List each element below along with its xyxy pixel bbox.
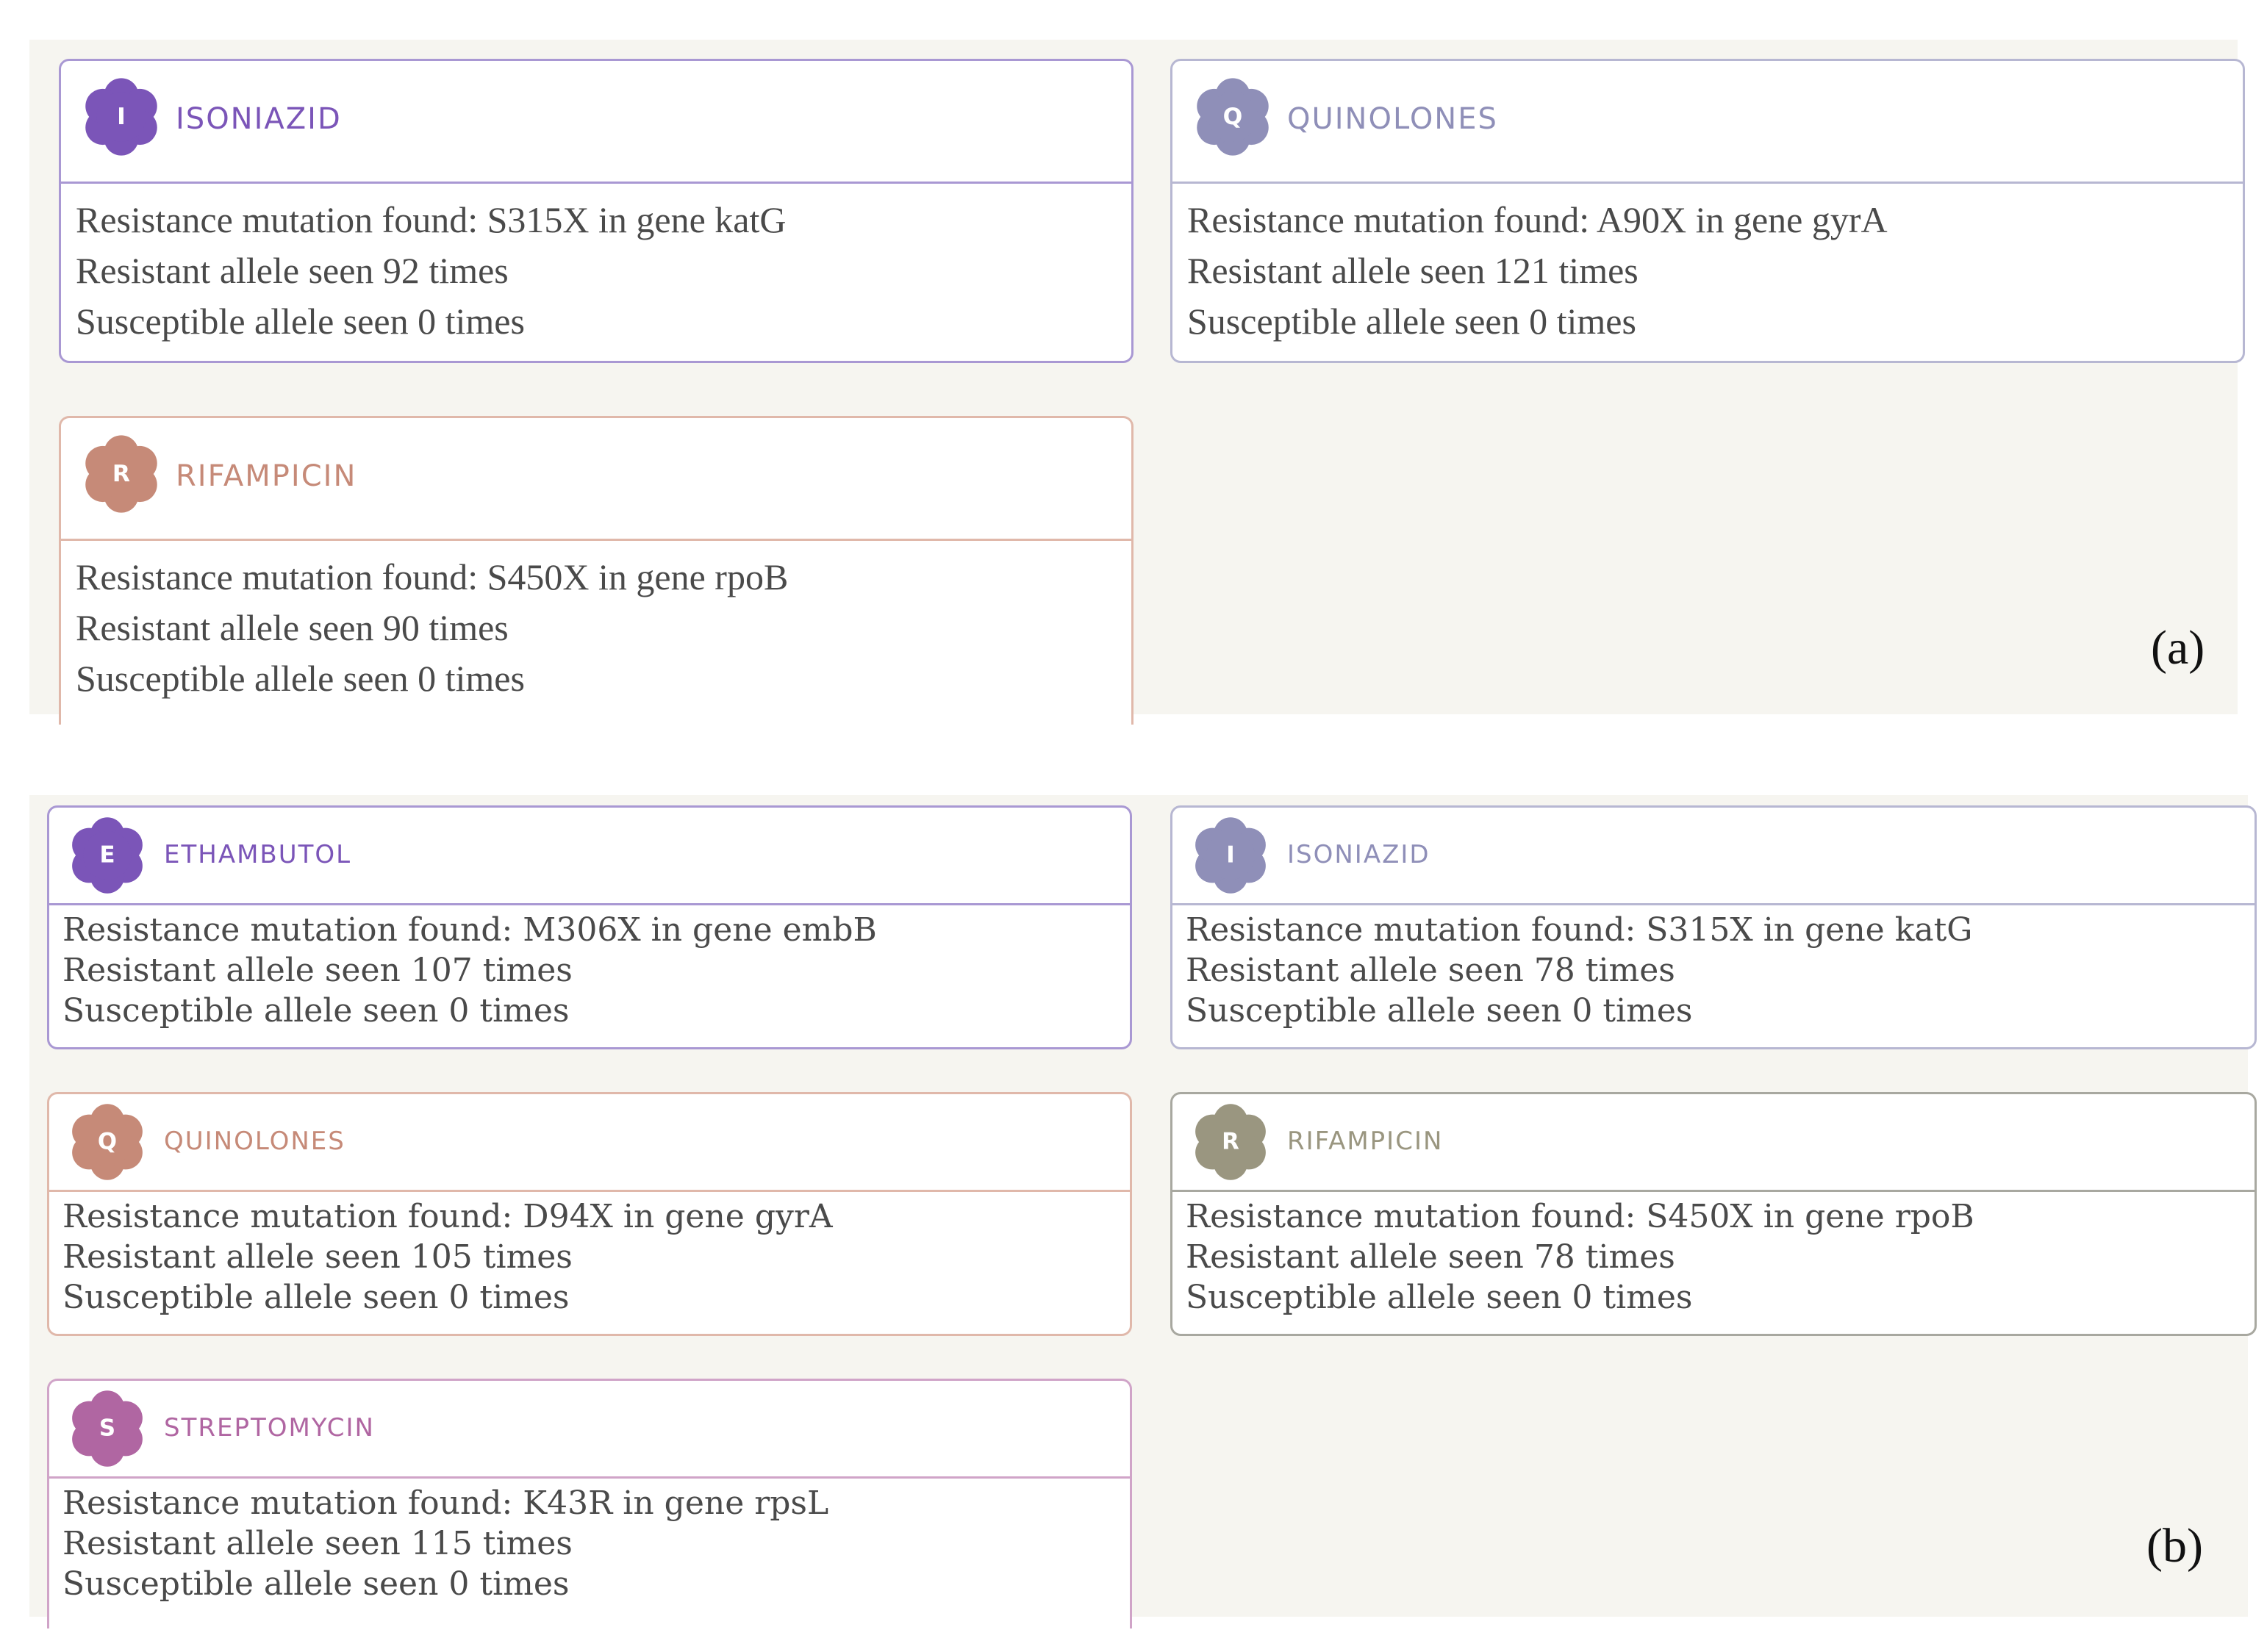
badge-letter: Q bbox=[98, 1129, 117, 1155]
drug-name: ISONIAZID bbox=[1287, 840, 1430, 869]
flower-badge-icon: E bbox=[67, 815, 148, 896]
mutation-text: Resistance mutation found: S315X in gene… bbox=[76, 199, 787, 240]
mutation-text: Resistance mutation found: A90X in gene … bbox=[1187, 199, 1888, 240]
susceptible-count-text: Susceptible allele seen 0 times bbox=[1187, 301, 1636, 342]
mutation-text: Resistance mutation found: S315X in gene… bbox=[1186, 911, 1973, 949]
card-header: I ISONIAZID bbox=[61, 61, 1131, 184]
mutation-text: Resistance mutation found: D94X in gene … bbox=[62, 1198, 833, 1235]
drug-card-rifampicin: R RIFAMPICIN Resistance mutation found: … bbox=[59, 416, 1134, 725]
drug-card-isoniazid: I ISONIAZID Resistance mutation found: S… bbox=[1170, 805, 2257, 1049]
susceptible-count-text: Susceptible allele seen 0 times bbox=[62, 992, 570, 1030]
resistant-count-text: Resistant allele seen 107 times bbox=[62, 952, 573, 989]
badge-letter: R bbox=[1222, 1129, 1239, 1155]
flower-badge-icon: Q bbox=[1192, 76, 1274, 158]
card-header: Q QUINOLONES bbox=[1172, 61, 2243, 184]
card-header: S STREPTOMYCIN bbox=[49, 1381, 1130, 1479]
drug-name: ETHAMBUTOL bbox=[164, 840, 352, 869]
drug-name: ISONIAZID bbox=[176, 102, 342, 136]
drug-card-quinolones: Q QUINOLONES Resistance mutation found: … bbox=[47, 1092, 1132, 1336]
drug-name: QUINOLONES bbox=[1287, 102, 1498, 136]
resistant-count-text: Resistant allele seen 105 times bbox=[62, 1238, 573, 1276]
drug-card-ethambutol: E ETHAMBUTOL Resistance mutation found: … bbox=[47, 805, 1132, 1049]
drug-name: RIFAMPICIN bbox=[176, 459, 357, 493]
badge-letter: R bbox=[112, 461, 130, 487]
panel-a: I ISONIAZID Resistance mutation found: S… bbox=[29, 40, 2245, 725]
resistant-count-text: Resistant allele seen 121 times bbox=[1187, 250, 1639, 291]
mutation-text: Resistance mutation found: S450X in gene… bbox=[76, 556, 789, 597]
drug-name: STREPTOMYCIN bbox=[164, 1413, 375, 1443]
resistant-count-text: Resistant allele seen 78 times bbox=[1186, 1238, 1675, 1276]
susceptible-count-text: Susceptible allele seen 0 times bbox=[76, 301, 525, 342]
flower-badge-icon: I bbox=[1190, 815, 1271, 896]
badge-letter: I bbox=[1226, 842, 1234, 869]
badge-letter: Q bbox=[1223, 104, 1243, 130]
drug-card-rifampicin: R RIFAMPICIN Resistance mutation found: … bbox=[1170, 1092, 2257, 1336]
mutation-text: Resistance mutation found: K43R in gene … bbox=[62, 1484, 829, 1522]
flower-badge-icon: S bbox=[67, 1388, 148, 1469]
resistant-count-text: Resistant allele seen 78 times bbox=[1186, 952, 1675, 989]
badge-letter: E bbox=[99, 842, 115, 869]
drug-card-quinolones: Q QUINOLONES Resistance mutation found: … bbox=[1170, 59, 2245, 363]
susceptible-count-text: Susceptible allele seen 0 times bbox=[62, 1565, 570, 1603]
drug-name: QUINOLONES bbox=[164, 1127, 345, 1156]
panel-label-a: (a) bbox=[2151, 621, 2205, 675]
card-header: Q QUINOLONES bbox=[49, 1094, 1130, 1192]
flower-badge-icon: R bbox=[1190, 1102, 1271, 1182]
panel-label-b: (b) bbox=[2146, 1519, 2203, 1573]
card-header: R RIFAMPICIN bbox=[1172, 1094, 2255, 1192]
drug-card-isoniazid: I ISONIAZID Resistance mutation found: S… bbox=[59, 59, 1134, 363]
flower-badge-icon: I bbox=[80, 76, 162, 158]
mutation-text: Resistance mutation found: M306X in gene… bbox=[62, 911, 877, 949]
badge-letter: S bbox=[99, 1415, 115, 1442]
susceptible-count-text: Susceptible allele seen 0 times bbox=[76, 658, 525, 699]
drug-name: RIFAMPICIN bbox=[1287, 1127, 1444, 1156]
susceptible-count-text: Susceptible allele seen 0 times bbox=[1186, 1279, 1693, 1316]
badge-letter: I bbox=[117, 104, 126, 130]
susceptible-count-text: Susceptible allele seen 0 times bbox=[62, 1279, 570, 1316]
resistant-count-text: Resistant allele seen 92 times bbox=[76, 250, 509, 291]
resistant-count-text: Resistant allele seen 115 times bbox=[62, 1525, 573, 1562]
drug-card-streptomycin: S STREPTOMYCIN Resistance mutation found… bbox=[47, 1379, 1132, 1628]
card-header: R RIFAMPICIN bbox=[61, 418, 1131, 541]
susceptible-count-text: Susceptible allele seen 0 times bbox=[1186, 992, 1693, 1030]
resistant-count-text: Resistant allele seen 90 times bbox=[76, 607, 509, 648]
panel-b: E ETHAMBUTOL Resistance mutation found: … bbox=[29, 795, 2257, 1628]
card-header: I ISONIAZID bbox=[1172, 808, 2255, 905]
mutation-text: Resistance mutation found: S450X in gene… bbox=[1186, 1198, 1974, 1235]
card-header: E ETHAMBUTOL bbox=[49, 808, 1130, 905]
flower-badge-icon: R bbox=[80, 433, 162, 515]
flower-badge-icon: Q bbox=[67, 1102, 148, 1182]
